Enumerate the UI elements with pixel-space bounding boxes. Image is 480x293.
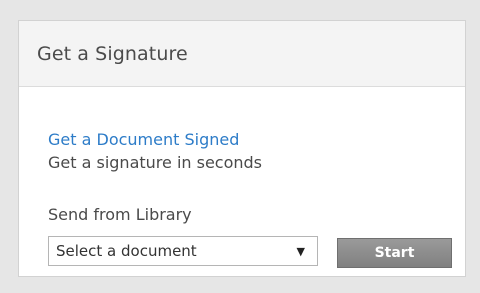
document-select[interactable]: Select a document ▼ xyxy=(48,236,318,266)
start-button[interactable]: Start xyxy=(337,238,452,268)
send-from-library-label: Send from Library xyxy=(48,205,192,224)
get-signature-panel: Get a Signature Get a Document Signed Ge… xyxy=(18,20,466,277)
panel-header: Get a Signature xyxy=(19,21,465,87)
get-document-signed-link[interactable]: Get a Document Signed xyxy=(48,130,239,149)
document-subtitle: Get a signature in seconds xyxy=(48,153,263,172)
panel-title: Get a Signature xyxy=(37,42,188,65)
document-select-value: Select a document xyxy=(56,242,197,260)
down-triangle-icon: ▼ xyxy=(296,244,305,258)
